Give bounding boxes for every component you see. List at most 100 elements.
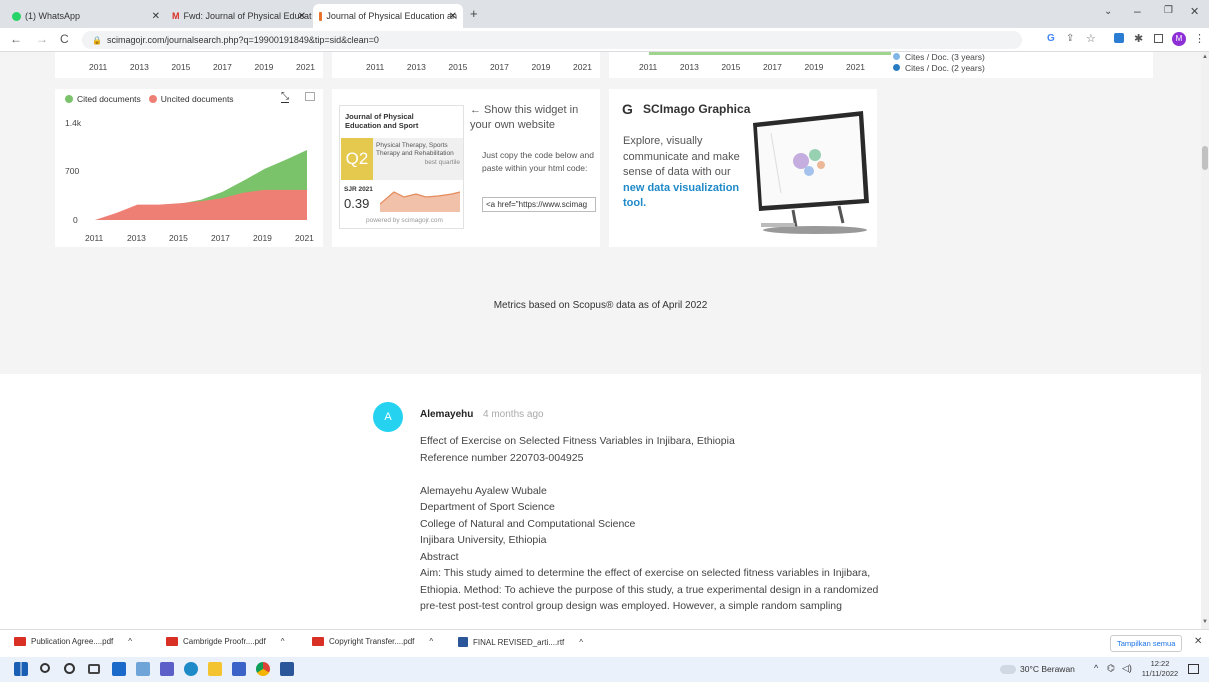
- close-tab-icon[interactable]: ✕: [449, 11, 457, 22]
- widget-code-input[interactable]: [482, 197, 596, 212]
- comment-author[interactable]: Alemayehu: [420, 409, 473, 420]
- reload-button[interactable]: C: [60, 32, 69, 46]
- volume-icon[interactable]: ◁): [1122, 663, 1132, 674]
- y-tick: 1.4k: [65, 118, 82, 128]
- weather-widget[interactable]: 30°C Berawan: [1000, 664, 1075, 674]
- maximize-button[interactable]: ❐: [1164, 5, 1173, 16]
- page-content: 2011 2013 2015 2017 2019 2021 2011 2013 2015 201…: [0, 52, 1201, 629]
- top-chart-1: 2011 2013 2015 2017 2019 2021: [55, 52, 323, 78]
- download-item[interactable]: Cambrigde Proofr....pdf ^: [166, 637, 284, 646]
- app-store-icon[interactable]: [112, 662, 126, 676]
- chevron-up-icon[interactable]: ^: [281, 637, 285, 646]
- comment-avatar: A: [373, 402, 403, 432]
- minimize-button[interactable]: –: [1134, 4, 1141, 18]
- x-tick: 2011: [639, 62, 658, 72]
- tray-chevron-icon[interactable]: ^: [1094, 663, 1098, 673]
- show-widget-text: ← Show this widget in your own website: [470, 104, 579, 131]
- category-box: Physical Therapy, Sports Therapy and Reh…: [373, 138, 463, 180]
- search-icon[interactable]: [40, 663, 50, 673]
- word-icon[interactable]: [280, 662, 294, 676]
- chrome-icon[interactable]: [256, 662, 270, 676]
- chevron-up-icon[interactable]: ^: [579, 638, 583, 647]
- comment-body: Effect of Exercise on Selected Fitness V…: [420, 433, 880, 615]
- extension-icon[interactable]: [1114, 33, 1124, 43]
- edge-icon[interactable]: [184, 662, 198, 676]
- tab-label: Journal of Physical Education an: [326, 11, 457, 21]
- pdf-icon: [166, 637, 178, 646]
- graphica-card[interactable]: G SCImago Graphica Explore, visually com…: [609, 89, 877, 247]
- windows-taskbar: 30°C Berawan ^ ⌬ ◁) 12:22 11/11/2022: [0, 657, 1209, 682]
- widget-best-quartile: best quartile: [424, 159, 460, 166]
- page-scrollbar[interactable]: ▲ ▼: [1201, 52, 1209, 629]
- scroll-down-icon[interactable]: ▼: [1202, 619, 1208, 625]
- task-view-icon[interactable]: [88, 664, 100, 674]
- cortana-icon[interactable]: [64, 663, 75, 674]
- graphica-title: SCImago Graphica: [643, 102, 751, 116]
- mail-icon[interactable]: [136, 662, 150, 676]
- back-button[interactable]: ←: [10, 32, 22, 46]
- chevron-up-icon[interactable]: ^: [429, 637, 433, 646]
- extensions-puzzle-icon[interactable]: ✱: [1134, 32, 1143, 45]
- tab-journal[interactable]: Journal of Physical Education an ✕: [313, 4, 463, 28]
- x-tick: 2011: [85, 233, 104, 243]
- comment-time: 4 months ago: [483, 409, 544, 420]
- uncited-area: [95, 189, 307, 220]
- sjr-widget[interactable]: Journal of Physical Education and Sport …: [339, 105, 464, 229]
- x-tick: 2013: [406, 62, 426, 72]
- windows-start-icon[interactable]: [14, 662, 28, 676]
- download-item[interactable]: FINAL REVISED_arti....rtf ^: [458, 637, 583, 647]
- download-filename: Publication Agree....pdf: [31, 637, 114, 646]
- show-all-button[interactable]: Tampilkan semua: [1110, 635, 1183, 652]
- powered-by: powered by scimagojr.com: [366, 217, 443, 224]
- cloud-sun-icon: [1000, 664, 1016, 674]
- download-item[interactable]: Publication Agree....pdf ^: [14, 637, 132, 646]
- tab-list-icon[interactable]: ⌄: [1104, 6, 1112, 17]
- graphica-text: Explore, visually communicate and make s…: [623, 134, 753, 212]
- tab-gmail[interactable]: M Fwd: Journal of Physical Educatio ✕: [166, 4, 312, 28]
- photos-icon[interactable]: [232, 662, 246, 676]
- tab-whatsapp[interactable]: (1) WhatsApp ✕: [6, 4, 166, 28]
- comment-line: Aim: This study aimed to determine the e…: [420, 567, 871, 579]
- close-tab-icon[interactable]: ✕: [298, 11, 306, 22]
- close-window-button[interactable]: ✕: [1190, 5, 1199, 18]
- gmail-icon: M: [172, 11, 180, 21]
- bookmark-star-icon[interactable]: ☆: [1086, 32, 1096, 45]
- widget-card: Journal of Physical Education and Sport …: [332, 89, 600, 247]
- x-tick: 2021: [295, 233, 314, 243]
- comment-line: pre-test post-test control group design …: [420, 600, 842, 612]
- url-field[interactable]: 🔒 scimagojr.com/journalsearch.php?q=1990…: [82, 31, 1022, 49]
- clock[interactable]: 12:22 11/11/2022: [1138, 659, 1182, 679]
- comment-line: Abstract: [420, 550, 459, 563]
- cited-documents-chart: Cited documents Uncited documents ⤡ 1.4k…: [55, 89, 323, 247]
- legend-dot-icon: [893, 53, 900, 60]
- close-tab-icon[interactable]: ✕: [152, 11, 160, 22]
- sjr-sparkline: [380, 191, 460, 212]
- scroll-thumb[interactable]: [1202, 146, 1208, 170]
- comment-line: Injibara University, Ethiopia: [420, 534, 547, 546]
- legend-label: Cites / Doc. (2 years): [905, 63, 985, 73]
- download-filename: Cambrigde Proofr....pdf: [183, 637, 266, 646]
- close-download-bar-icon[interactable]: ✕: [1194, 636, 1202, 647]
- new-tab-button[interactable]: +: [470, 6, 478, 21]
- notification-icon[interactable]: [1188, 664, 1199, 674]
- google-icon[interactable]: G: [1047, 33, 1055, 44]
- clock-date: 11/11/2022: [1141, 669, 1179, 678]
- share-icon[interactable]: ⇪: [1066, 33, 1074, 44]
- x-tick: 2015: [169, 233, 188, 243]
- url-text: scimagojr.com/journalsearch.php?q=199001…: [106, 35, 379, 45]
- forward-button[interactable]: →: [36, 32, 48, 46]
- graphica-link[interactable]: new data visualization tool: [623, 182, 739, 210]
- menu-kebab-icon[interactable]: ⋮: [1194, 32, 1205, 45]
- chevron-up-icon[interactable]: ^: [128, 637, 132, 646]
- tab-label: (1) WhatsApp: [25, 11, 81, 21]
- scroll-up-icon[interactable]: ▲: [1202, 54, 1208, 60]
- download-item[interactable]: Copyright Transfer....pdf ^: [312, 637, 433, 646]
- clock-time: 12:22: [1150, 659, 1170, 668]
- profile-avatar[interactable]: M: [1172, 32, 1186, 46]
- x-tick: 2017: [489, 62, 509, 72]
- teams-icon[interactable]: [160, 662, 174, 676]
- x-tick: 2011: [366, 62, 385, 72]
- sidepanel-icon[interactable]: [1154, 34, 1163, 43]
- network-icon[interactable]: ⌬: [1107, 663, 1115, 674]
- file-explorer-icon[interactable]: [208, 662, 222, 676]
